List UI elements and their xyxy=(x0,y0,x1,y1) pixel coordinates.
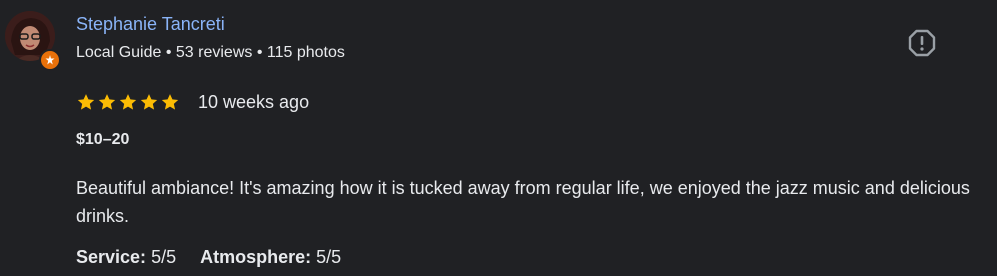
report-review-button[interactable] xyxy=(906,27,938,59)
star-icon xyxy=(119,94,137,110)
review-attributes: Service: 5/5 Atmosphere: 5/5 xyxy=(76,247,341,268)
star-icon xyxy=(161,94,179,110)
meta-separator: • xyxy=(165,44,172,61)
review-count: 53 reviews xyxy=(175,44,253,61)
star-icon xyxy=(77,94,95,110)
local-guide-label: Local Guide xyxy=(76,44,162,61)
review-text: Beautiful ambiance! It's amazing how it … xyxy=(76,178,970,226)
review-date: 10 weeks ago xyxy=(198,91,310,112)
reviewer-avatar[interactable] xyxy=(5,11,61,71)
reviewer-name[interactable]: Stephanie Tancreti xyxy=(76,14,225,35)
attribute-label: Atmosphere: xyxy=(200,247,312,267)
attribute-value: 5/5 xyxy=(316,247,342,267)
report-flag-icon xyxy=(908,29,936,57)
star-rating xyxy=(76,92,180,112)
photo-count: 115 photos xyxy=(266,44,345,61)
attribute-label: Service: xyxy=(76,247,147,267)
star-icon xyxy=(98,94,116,110)
star-icon xyxy=(140,94,158,110)
attribute-service: Service: 5/5 xyxy=(76,247,176,268)
local-guide-badge-icon xyxy=(39,49,61,71)
meta-separator: • xyxy=(256,44,263,61)
attribute-value: 5/5 xyxy=(151,247,177,267)
rating-row: 10 weeks ago xyxy=(76,90,309,114)
reviewer-meta: Local Guide • 53 reviews • 115 photos xyxy=(76,44,345,62)
attribute-atmosphere: Atmosphere: 5/5 xyxy=(200,247,341,268)
price-range: $10–20 xyxy=(76,131,130,148)
